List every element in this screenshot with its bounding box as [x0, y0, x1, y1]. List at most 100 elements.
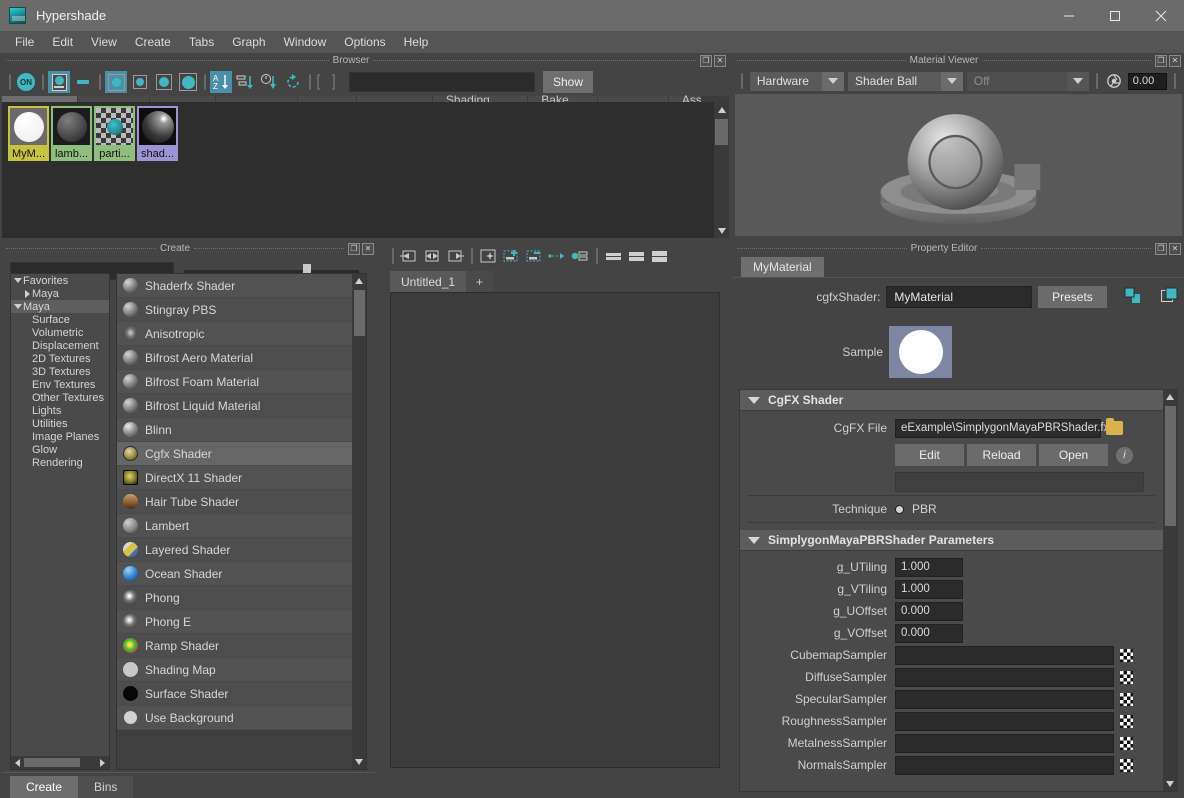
sampler-input[interactable]: [895, 712, 1114, 731]
cgfx-file-input[interactable]: eExample\SimplygonMayaPBRShader.fx: [895, 419, 1101, 438]
material-viewer-undock-icon[interactable]: ❐: [1155, 55, 1167, 67]
twisty-down-icon[interactable]: [13, 304, 23, 309]
show-button[interactable]: Show: [543, 71, 593, 93]
tree-item-3d-textures[interactable]: 3D Textures: [11, 365, 109, 378]
big-swatch-icon[interactable]: [177, 71, 199, 93]
node-list-scrollbar[interactable]: [352, 274, 366, 769]
tree-item-glow[interactable]: Glow: [11, 443, 109, 456]
param-input[interactable]: 1.000: [895, 558, 963, 577]
browser-close-icon[interactable]: ✕: [714, 55, 726, 67]
input-output-connections-icon[interactable]: [422, 246, 442, 266]
browser-vertical-scrollbar[interactable]: [714, 102, 729, 238]
node-item-ocean-shader[interactable]: Ocean Shader: [117, 562, 352, 586]
material-viewer-close-icon[interactable]: ✕: [1169, 55, 1181, 67]
texture-map-icon[interactable]: [1120, 715, 1133, 728]
frame-all-icon[interactable]: [315, 71, 337, 93]
sort-time-icon[interactable]: [258, 71, 280, 93]
tree-item-lights[interactable]: Lights: [11, 404, 109, 417]
scroll-down-icon[interactable]: [714, 223, 729, 238]
chevron-down-icon[interactable]: [822, 72, 844, 91]
refresh-icon[interactable]: [282, 71, 304, 93]
sampler-input[interactable]: [895, 756, 1114, 775]
scroll-up-icon[interactable]: [352, 274, 366, 288]
render-swatch-icon[interactable]: [48, 71, 70, 93]
scroll-thumb[interactable]: [1165, 406, 1176, 526]
scroll-thumb[interactable]: [24, 758, 80, 767]
node-item-phong-e[interactable]: Phong E: [117, 610, 352, 634]
sampler-input[interactable]: [895, 690, 1114, 709]
scroll-thumb[interactable]: [354, 290, 365, 336]
remove-selected-icon[interactable]: [524, 246, 544, 266]
scroll-up-icon[interactable]: [1163, 390, 1177, 404]
renderer-dropdown[interactable]: Hardware: [750, 72, 844, 91]
node-item-lambert[interactable]: Lambert: [117, 514, 352, 538]
node-item-blinn[interactable]: Blinn: [117, 418, 352, 442]
tree-item-2d-textures[interactable]: 2D Textures: [11, 352, 109, 365]
menu-edit[interactable]: Edit: [43, 33, 82, 51]
texture-map-icon[interactable]: [1120, 737, 1133, 750]
node-item-phong[interactable]: Phong: [117, 586, 352, 610]
tree-item-rendering[interactable]: Rendering: [11, 456, 109, 469]
node-item-layered-shader[interactable]: Layered Shader: [117, 538, 352, 562]
collapse-triangle-icon[interactable]: [748, 397, 760, 404]
graph-tab-add[interactable]: +: [466, 271, 493, 292]
environment-dropdown[interactable]: Off: [967, 72, 1090, 91]
edit-button[interactable]: Edit: [895, 444, 964, 466]
browser-undock-icon[interactable]: ❐: [700, 55, 712, 67]
node-item-directx-11-shader[interactable]: DirectX 11 Shader: [117, 466, 352, 490]
tree-item-volumetric[interactable]: Volumetric: [11, 326, 109, 339]
create-undock-icon[interactable]: ❐: [348, 243, 360, 255]
sampler-input[interactable]: [895, 668, 1114, 687]
medium-swatch-icon[interactable]: [153, 71, 175, 93]
small-dash-icon[interactable]: [72, 71, 94, 93]
menu-view[interactable]: View: [82, 33, 126, 51]
scroll-left-icon[interactable]: [11, 756, 24, 769]
chevron-down-icon[interactable]: [1067, 72, 1089, 91]
sort-alpha-icon[interactable]: A Z: [210, 71, 232, 93]
tree-item-utilities[interactable]: Utilities: [11, 417, 109, 430]
section-parameters-header[interactable]: SimplygonMayaPBRShader Parameters: [740, 530, 1163, 551]
toggle-on-icon[interactable]: ON: [15, 71, 37, 93]
node-item-shaderfx-shader[interactable]: Shaderfx Shader: [117, 274, 352, 298]
texture-map-icon[interactable]: [1120, 649, 1133, 662]
tree-item-maya[interactable]: Maya: [11, 300, 109, 313]
tree-item-image-planes[interactable]: Image Planes: [11, 430, 109, 443]
node-item-surface-shader[interactable]: Surface Shader: [117, 682, 352, 706]
presets-button[interactable]: Presets: [1038, 286, 1107, 308]
node-connect-icon[interactable]: [570, 246, 590, 266]
input-connections-icon[interactable]: [399, 246, 419, 266]
open-button[interactable]: Open: [1039, 444, 1108, 466]
node-item-bifrost-aero-material[interactable]: Bifrost Aero Material: [117, 346, 352, 370]
tree-item-displacement[interactable]: Displacement: [11, 339, 109, 352]
material-swatch[interactable]: MyM...: [8, 106, 49, 161]
sampler-input[interactable]: [895, 734, 1114, 753]
property-tab-mymaterial[interactable]: MyMaterial: [741, 257, 824, 277]
tree-item-favorites[interactable]: Favorites: [11, 274, 109, 287]
list-view-small-icon[interactable]: [603, 246, 623, 266]
param-input[interactable]: 1.000: [895, 580, 963, 599]
technique-radio[interactable]: [895, 505, 904, 514]
new-tab-icon[interactable]: [1161, 287, 1178, 307]
node-item-use-background[interactable]: Use Background: [117, 706, 352, 730]
scroll-down-icon[interactable]: [1163, 777, 1177, 791]
property-editor-close-icon[interactable]: ✕: [1169, 243, 1181, 255]
scroll-right-icon[interactable]: [96, 756, 109, 769]
node-editor-canvas[interactable]: [390, 292, 720, 768]
material-viewer-canvas[interactable]: [735, 94, 1182, 236]
rearrange-graph-icon[interactable]: [478, 246, 498, 266]
menu-graph[interactable]: Graph: [223, 33, 274, 51]
node-item-anisotropic[interactable]: Anisotropic: [117, 322, 352, 346]
bottom-tab-bins[interactable]: Bins: [78, 776, 133, 798]
sample-swatch[interactable]: [889, 326, 952, 378]
folder-icon[interactable]: [1106, 421, 1123, 435]
node-item-hair-tube-shader[interactable]: Hair Tube Shader: [117, 490, 352, 514]
texture-map-icon[interactable]: [1120, 671, 1133, 684]
chevron-down-icon[interactable]: [941, 72, 963, 91]
info-icon[interactable]: i: [1116, 447, 1133, 464]
material-swatch[interactable]: lamb...: [51, 106, 92, 161]
texture-map-icon[interactable]: [1120, 693, 1133, 706]
list-view-large-icon[interactable]: [649, 246, 669, 266]
scroll-thumb[interactable]: [715, 119, 728, 145]
list-view-medium-icon[interactable]: [626, 246, 646, 266]
bottom-tab-create[interactable]: Create: [10, 776, 78, 798]
